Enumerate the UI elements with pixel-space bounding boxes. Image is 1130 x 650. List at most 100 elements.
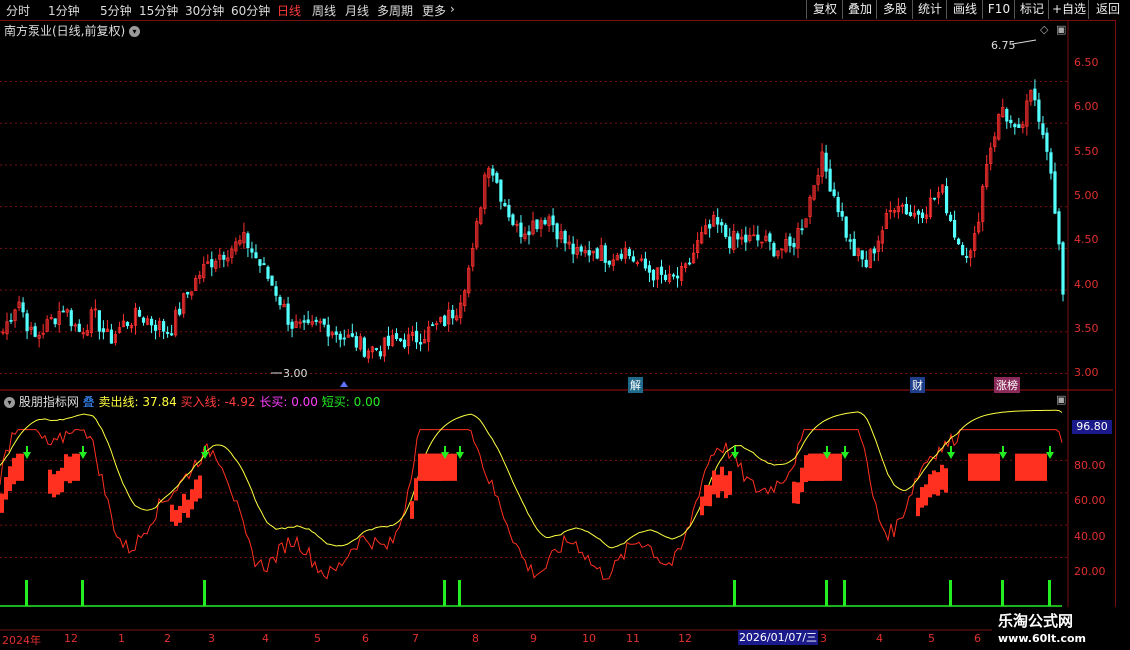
candle-body [322,318,326,325]
signal-block [984,453,988,481]
candle-body [153,324,158,331]
top-gainers-badge[interactable]: 涨榜 [994,377,1020,393]
price-tick: 4.50 [1074,233,1099,246]
price-tick: 3.50 [1074,322,1099,335]
signal-block [1019,453,1023,481]
signal-bar [1048,580,1051,606]
signal-block [800,467,804,493]
candle-body [800,228,804,231]
candle-body [306,319,310,324]
candle-body [414,330,419,343]
signal-block [830,453,834,481]
candle-body [101,328,105,333]
indicator-top-value: 96.80 [1072,420,1112,434]
chevron-down-icon[interactable]: ▾ [4,397,15,408]
candle-body [848,239,852,242]
signal-block [64,454,68,482]
sell-line-label: 卖出线: [98,395,139,409]
indicator-name[interactable]: 股朋指标网 [19,395,79,409]
candle-body [631,256,635,262]
candle-body [716,217,720,225]
finance-badge[interactable]: 财 [910,377,925,393]
signal-block [968,453,972,481]
candle-body [9,319,13,322]
candle-body [527,231,531,236]
buy-line-label: 买入线: [180,395,221,409]
candle-body [334,331,338,335]
candle-body [965,255,969,258]
candle-body [840,211,844,217]
candle-body [659,266,664,275]
candle-body [920,212,925,219]
date-label: 12 [678,632,692,645]
chart-canvas: 6.75 3.00 [0,20,1113,631]
candle-body [908,212,913,216]
sell-arrow-icon [999,446,1007,459]
candle-body [314,319,318,322]
signal-block [437,453,441,481]
signal-block [992,453,996,481]
panel-toggle-icon[interactable]: ▣ [1056,393,1066,406]
signal-block [996,453,1000,481]
indicator-tick: 40.00 [1074,530,1106,543]
diamond-icon[interactable]: ◇ [1040,23,1048,36]
price-tick: 6.50 [1074,56,1099,69]
candle-body [519,222,523,238]
unlock-badge[interactable]: 解 [628,377,643,393]
date-label: 12 [64,632,78,645]
panel-toggle-icon[interactable]: ▣ [1056,23,1066,36]
candle-body [270,275,274,286]
candle-body [53,318,57,325]
signal-block [52,474,56,498]
signal-block [170,504,174,522]
signal-block [704,484,708,506]
low-price-label: 3.00 [283,367,308,380]
signal-block [1027,453,1031,481]
indicator-tick: 20.00 [1074,565,1106,578]
indicator-overlay[interactable]: 叠 [83,395,95,409]
signal-block [944,468,948,493]
candle-body [222,254,226,260]
signal-block [186,499,190,518]
watermark-url: www.60lt.com [998,632,1087,645]
candle-body [374,348,379,350]
candle-body [1033,88,1037,101]
signal-bar [733,580,736,606]
signal-block [60,467,64,493]
signal-block [20,453,24,481]
candle-body [720,222,724,226]
signal-block [182,493,186,514]
candle-body [916,210,921,215]
candle-body [651,269,656,281]
signal-block [12,457,16,485]
candle-body [948,214,953,221]
signal-block [410,501,414,519]
signal-block [198,475,202,499]
signal-block [924,484,928,506]
signal-block [178,505,182,523]
candle-body [186,291,190,295]
candle-body [736,233,740,240]
signal-block [810,453,814,481]
candle-body [1061,242,1065,295]
candle-body [431,324,435,327]
candle-body [499,179,503,202]
candle-body [627,249,631,256]
sell-arrow-icon [1046,446,1054,459]
candle-body [587,250,591,256]
candle-body [443,315,447,327]
candle-body [944,186,949,214]
candle-body [961,244,965,256]
candle-body [952,220,957,238]
high-price-marker: 6.75 [991,39,1037,52]
signal-block [940,464,944,490]
candle-body [166,332,170,334]
right-side-strip[interactable] [1115,20,1130,630]
candle-body [724,224,728,237]
signal-block [716,474,720,498]
candle-body [254,252,258,259]
buy-line-value: -4.92 [224,395,256,409]
candle-body [451,309,455,319]
candle-body [687,262,692,265]
candle-body [643,258,648,269]
